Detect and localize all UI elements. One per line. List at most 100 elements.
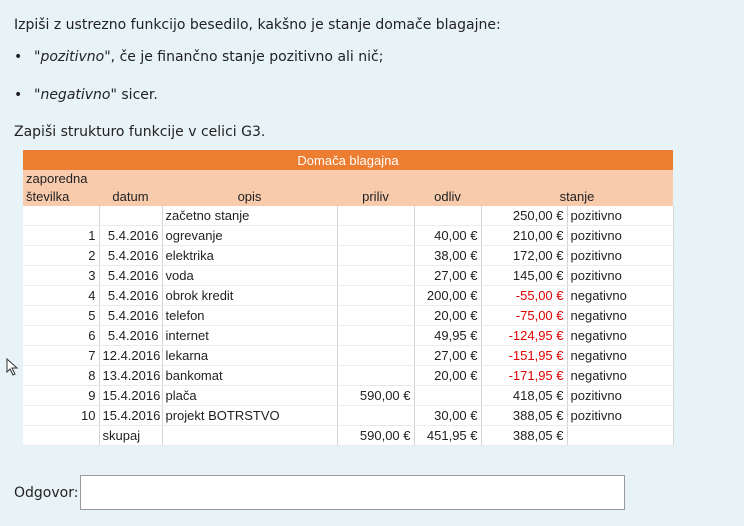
cell-date: 5.4.2016 xyxy=(99,325,163,346)
table-row: 3 5.4.2016 voda 27,00 €145,00 € pozitivno xyxy=(23,265,674,286)
table-row: 1 5.4.2016 ogrevanje 40,00 €210,00 € pozitiv… xyxy=(23,225,674,246)
cell-balance: 388,05 € xyxy=(481,405,568,426)
cell-state: negativno xyxy=(567,345,674,366)
cell-description: telefon xyxy=(162,305,338,326)
cell-balance: -55,00 € xyxy=(481,285,568,306)
header-odliv: odliv xyxy=(414,188,481,206)
cell-date: 12.4.2016 xyxy=(99,345,163,366)
cell-description: začetno stanje xyxy=(162,206,338,226)
cell-income xyxy=(337,206,415,226)
cell-income xyxy=(337,245,415,266)
total-label: skupaj xyxy=(99,425,163,446)
cell-balance: 250,00 € xyxy=(481,206,568,226)
cell-expense: 27,00 € xyxy=(414,265,482,286)
cell-state: pozitivno xyxy=(567,245,674,266)
cell-description: elektrika xyxy=(162,245,338,266)
cell-number: 2 xyxy=(23,245,100,266)
total-income: 590,00 € xyxy=(337,425,415,446)
cell-number: 5 xyxy=(23,305,100,326)
cell-balance: 172,00 € xyxy=(481,245,568,266)
cell-income xyxy=(337,225,415,246)
cell-date: 13.4.2016 xyxy=(99,365,163,386)
header-zaporedna: zaporedna xyxy=(23,170,99,188)
answer-input[interactable] xyxy=(80,475,625,510)
bullet-text: , če je finančno stanje pozitivno ali ni… xyxy=(110,49,384,65)
quoted-pozitivno: "pozitivno" xyxy=(34,49,111,65)
cell-income xyxy=(337,285,415,306)
quoted-negativno: "negativno" xyxy=(34,87,117,103)
cell-number: 4 xyxy=(23,285,100,306)
cell-date: 5.4.2016 xyxy=(99,225,163,246)
table-row: 6 5.4.2016 internet 49,95 € -124,95 € negativ… xyxy=(23,325,674,346)
mouse-cursor-icon xyxy=(6,358,19,376)
answer-label: Odgovor: xyxy=(14,485,79,501)
cell-number: 1 xyxy=(23,225,100,246)
total-empty xyxy=(162,425,338,446)
table-row: 8 13.4.2016 bankomat 20,00 € -171,95 € negati… xyxy=(23,365,674,386)
cell-expense: 27,00 € xyxy=(414,345,482,366)
cell-balance: 210,00 € xyxy=(481,225,568,246)
cell-expense: 30,00 € xyxy=(414,405,482,426)
cell-date: 5.4.2016 xyxy=(99,245,163,266)
cell-income xyxy=(337,265,415,286)
cell-balance: -75,00 € xyxy=(481,305,568,326)
cell-date xyxy=(99,206,163,226)
cell-description: plača xyxy=(162,385,338,406)
cell-income xyxy=(337,345,415,366)
cell-date: 15.4.2016 xyxy=(99,385,163,406)
cell-expense: 200,00 € xyxy=(414,285,482,306)
cell-expense: 20,00 € xyxy=(414,365,482,386)
cell-state: negativno xyxy=(567,325,674,346)
cell-date: 5.4.2016 xyxy=(99,285,163,306)
cell-number: 7 xyxy=(23,345,100,366)
cell-number: 8 xyxy=(23,365,100,386)
cell-income xyxy=(337,405,415,426)
cell-number: 9 xyxy=(23,385,100,406)
cell-state: negativno xyxy=(567,365,674,386)
cell-date: 5.4.2016 xyxy=(99,305,163,326)
cell-state: negativno xyxy=(567,285,674,306)
table-row: začetno stanje 250,00 € pozitivno xyxy=(23,206,674,226)
cell-number: 6 xyxy=(23,325,100,346)
cell-state: negativno xyxy=(567,305,674,326)
cell-expense xyxy=(414,385,482,406)
cash-register-table: Domača blagajna zaporedna številka datum… xyxy=(23,150,674,446)
table-row: 2 5.4.2016 elektrika 38,00 €172,00 € pozitiv… xyxy=(23,245,674,266)
cell-state: pozitivno xyxy=(567,385,674,406)
cell-balance: -171,95 € xyxy=(481,365,568,386)
cell-income xyxy=(337,325,415,346)
cell-number: 10 xyxy=(23,405,100,426)
header-priliv: priliv xyxy=(337,188,414,206)
total-empty xyxy=(23,425,100,446)
total-expense: 451,95 € xyxy=(414,425,482,446)
cell-date: 15.4.2016 xyxy=(99,405,163,426)
cell-balance: -124,95 € xyxy=(481,325,568,346)
cell-date: 5.4.2016 xyxy=(99,265,163,286)
total-empty xyxy=(567,425,674,446)
table-title: Domača blagajna xyxy=(23,150,673,170)
table-row: 9 15.4.2016 plača 590,00 € 418,05 € pozitivno xyxy=(23,385,674,406)
cell-income xyxy=(337,365,415,386)
instruction-text: Izpiši z ustrezno funkcijo besedilo, kak… xyxy=(14,17,501,33)
cell-description: lekarna xyxy=(162,345,338,366)
cell-expense: 38,00 € xyxy=(414,245,482,266)
cell-expense: 49,95 € xyxy=(414,325,482,346)
cell-expense: 40,00 € xyxy=(414,225,482,246)
cell-description: voda xyxy=(162,265,338,286)
header-datum: datum xyxy=(99,188,162,206)
cell-income xyxy=(337,305,415,326)
cell-state: pozitivno xyxy=(567,265,674,286)
cell-description: internet xyxy=(162,325,338,346)
cell-description: projekt BOTRSTVO xyxy=(162,405,338,426)
cell-state: pozitivno xyxy=(567,206,674,226)
cell-expense: 20,00 € xyxy=(414,305,482,326)
cell-income: 590,00 € xyxy=(337,385,415,406)
bullet-text: sicer. xyxy=(116,87,158,103)
cell-number xyxy=(23,206,100,226)
total-balance: 388,05 € xyxy=(481,425,568,446)
instruction-task: Zapiši strukturo funkcije v celici G3. xyxy=(14,124,266,140)
table-row: 4 5.4.2016 obrok kredit 200,00 € -55,00 € neg… xyxy=(23,285,674,306)
cell-description: ogrevanje xyxy=(162,225,338,246)
bullet-dot-icon: • xyxy=(14,87,23,103)
cell-expense xyxy=(414,206,482,226)
